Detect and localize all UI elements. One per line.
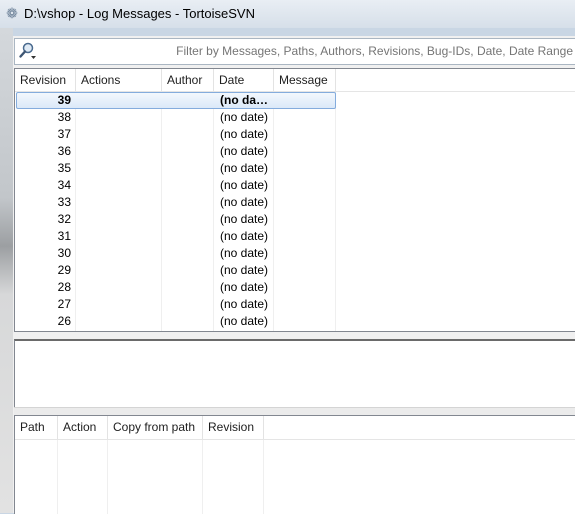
date-cell: (no date): [220, 195, 269, 209]
log-row[interactable]: 38 (no date): [15, 109, 335, 126]
log-row[interactable]: 36 (no date): [15, 143, 335, 160]
title-bar[interactable]: ❁ D:\vshop - Log Messages - TortoiseSVN: [0, 0, 575, 28]
date-cell: (no date): [220, 178, 269, 192]
column-header-copy-from-path[interactable]: Copy from path: [108, 416, 203, 439]
revision-cell: 38: [57, 110, 71, 124]
path-gridline: [57, 440, 58, 514]
date-cell: (no date): [220, 280, 269, 294]
log-list-header: Revision Actions Author Date Message: [15, 69, 575, 92]
log-row[interactable]: 37 (no date): [15, 126, 335, 143]
revision-cell: 29: [57, 263, 71, 277]
date-cell: (no date): [220, 110, 269, 124]
paths-header: Path Action Copy from path Revision: [15, 416, 575, 440]
revision-cell: 27: [57, 297, 71, 311]
filter-input[interactable]: [41, 41, 573, 60]
path-gridline: [107, 440, 108, 514]
column-header-path[interactable]: Path: [15, 416, 58, 439]
changed-paths-list[interactable]: Path Action Copy from path Revision: [14, 415, 575, 514]
tortoisesvn-icon: ❁: [6, 5, 18, 21]
date-cell: (no date): [220, 212, 269, 226]
revision-cell: 28: [57, 280, 71, 294]
column-header-date[interactable]: Date: [214, 69, 274, 91]
date-cell: (no date): [220, 161, 269, 175]
date-cell: (no date): [220, 263, 269, 277]
revision-cell: 37: [57, 127, 71, 141]
window-title: D:\vshop - Log Messages - TortoiseSVN: [24, 6, 255, 21]
revision-cell: 36: [57, 144, 71, 158]
log-row[interactable]: 29 (no date): [15, 262, 335, 279]
revision-cell: 33: [57, 195, 71, 209]
path-gridline: [202, 440, 203, 514]
date-cell: (no da…: [220, 93, 268, 107]
column-header-path-revision[interactable]: Revision: [203, 416, 264, 439]
background-window-edge: [0, 28, 13, 513]
revision-cell: 26: [57, 314, 71, 328]
log-row[interactable]: 28 (no date): [15, 279, 335, 296]
date-cell: (no date): [220, 246, 269, 260]
log-row[interactable]: 27 (no date): [15, 296, 335, 313]
revision-cell: 31: [57, 229, 71, 243]
date-cell: (no date): [220, 144, 269, 158]
date-cell: (no date): [220, 229, 269, 243]
date-cell: (no date): [220, 297, 269, 311]
log-row[interactable]: 34 (no date): [15, 177, 335, 194]
revision-cell: 35: [57, 161, 71, 175]
revision-cell: 30: [57, 246, 71, 260]
revision-cell: 39: [57, 93, 71, 107]
column-header-revision[interactable]: Revision: [15, 69, 76, 91]
log-row[interactable]: 26 (no date): [15, 313, 335, 330]
column-header-action[interactable]: Action: [58, 416, 108, 439]
log-row[interactable]: 33 (no date): [15, 194, 335, 211]
log-row[interactable]: 30 (no date): [15, 245, 335, 262]
message-pane[interactable]: [14, 339, 575, 408]
column-header-author[interactable]: Author: [162, 69, 214, 91]
filter-box: [14, 38, 575, 65]
log-list[interactable]: Revision Actions Author Date Message 39 (…: [14, 68, 575, 332]
log-row[interactable]: 39 (no da…: [15, 92, 336, 109]
date-cell: (no date): [220, 314, 269, 328]
search-dropdown-icon[interactable]: [18, 42, 38, 61]
revision-cell: 32: [57, 212, 71, 226]
revision-cell: 34: [57, 178, 71, 192]
column-header-message[interactable]: Message: [274, 69, 336, 91]
date-cell: (no date): [220, 127, 269, 141]
log-row[interactable]: 31 (no date): [15, 228, 335, 245]
log-row[interactable]: 35 (no date): [15, 160, 335, 177]
path-gridline: [263, 440, 264, 514]
column-header-actions[interactable]: Actions: [76, 69, 162, 91]
log-row[interactable]: 32 (no date): [15, 211, 335, 228]
log-messages-window: Revision Actions Author Date Message 39 (…: [13, 36, 575, 514]
